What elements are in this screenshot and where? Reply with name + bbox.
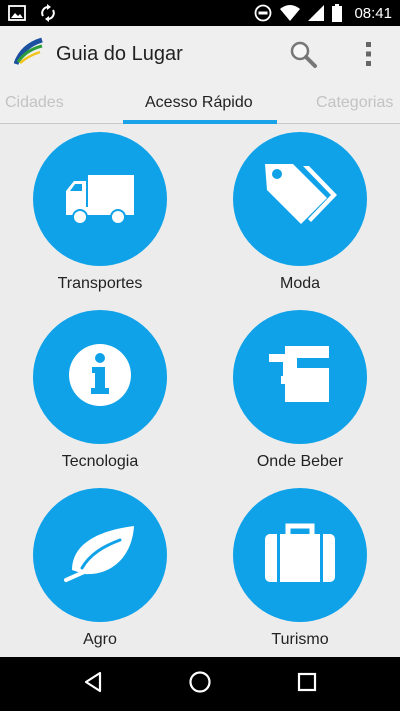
tile-onde-beber[interactable]: Onde Beber bbox=[200, 302, 400, 480]
dnd-icon bbox=[254, 4, 272, 22]
app-title: Guia do Lugar bbox=[56, 42, 183, 65]
tile-circle[interactable] bbox=[33, 310, 167, 444]
tile-label: Tecnologia bbox=[61, 453, 139, 470]
tile-tecnologia[interactable]: Tecnologia bbox=[0, 302, 200, 480]
sync-icon bbox=[40, 4, 56, 22]
tile-circle[interactable] bbox=[33, 132, 167, 266]
tile-label: Agro bbox=[83, 631, 117, 648]
tile-circle[interactable] bbox=[233, 132, 367, 266]
truck-icon bbox=[64, 167, 136, 232]
tile-agro[interactable]: Agro bbox=[0, 480, 200, 658]
tile-transportes[interactable]: Transportes bbox=[0, 124, 200, 302]
tile-moda[interactable]: Moda bbox=[200, 124, 400, 302]
clock: 08:41 bbox=[354, 4, 392, 22]
app-logo-icon[interactable] bbox=[13, 36, 46, 73]
back-icon[interactable] bbox=[83, 671, 103, 698]
wifi-icon bbox=[280, 5, 301, 21]
recents-icon[interactable] bbox=[297, 672, 317, 697]
tab-cidades[interactable]: Cidades bbox=[5, 82, 64, 124]
battery-icon bbox=[332, 4, 343, 22]
overflow-menu-icon[interactable] bbox=[352, 37, 386, 71]
suitcase-icon bbox=[263, 522, 337, 589]
tab-acesso-rapido[interactable]: Acesso Rápido bbox=[145, 82, 253, 124]
status-bar: 08:41 bbox=[0, 0, 400, 26]
tile-circle[interactable] bbox=[33, 488, 167, 622]
tile-label: Moda bbox=[279, 275, 321, 292]
info-icon bbox=[67, 342, 133, 413]
app-bar: Guia do Lugar bbox=[0, 26, 400, 82]
tile-turismo[interactable]: Turismo bbox=[200, 480, 400, 658]
tile-circle[interactable] bbox=[233, 310, 367, 444]
tile-label: Transportes bbox=[57, 275, 143, 292]
beer-mug-icon bbox=[267, 344, 333, 411]
home-icon[interactable] bbox=[188, 670, 212, 699]
tile-label: Onde Beber bbox=[256, 453, 344, 470]
quick-access-grid: Transportes Moda Tecnologia Onde Beber A… bbox=[0, 124, 400, 657]
tab-bar: Cidades Acesso Rápido Categorias bbox=[0, 82, 400, 124]
navigation-bar bbox=[0, 657, 400, 711]
leaf-icon bbox=[62, 522, 138, 589]
tab-categorias[interactable]: Categorias bbox=[316, 82, 393, 124]
search-icon[interactable] bbox=[286, 37, 320, 71]
image-icon bbox=[8, 5, 26, 21]
tile-label: Turismo bbox=[271, 631, 329, 648]
tile-circle[interactable] bbox=[233, 488, 367, 622]
tags-icon bbox=[261, 162, 339, 237]
signal-icon bbox=[308, 5, 325, 21]
